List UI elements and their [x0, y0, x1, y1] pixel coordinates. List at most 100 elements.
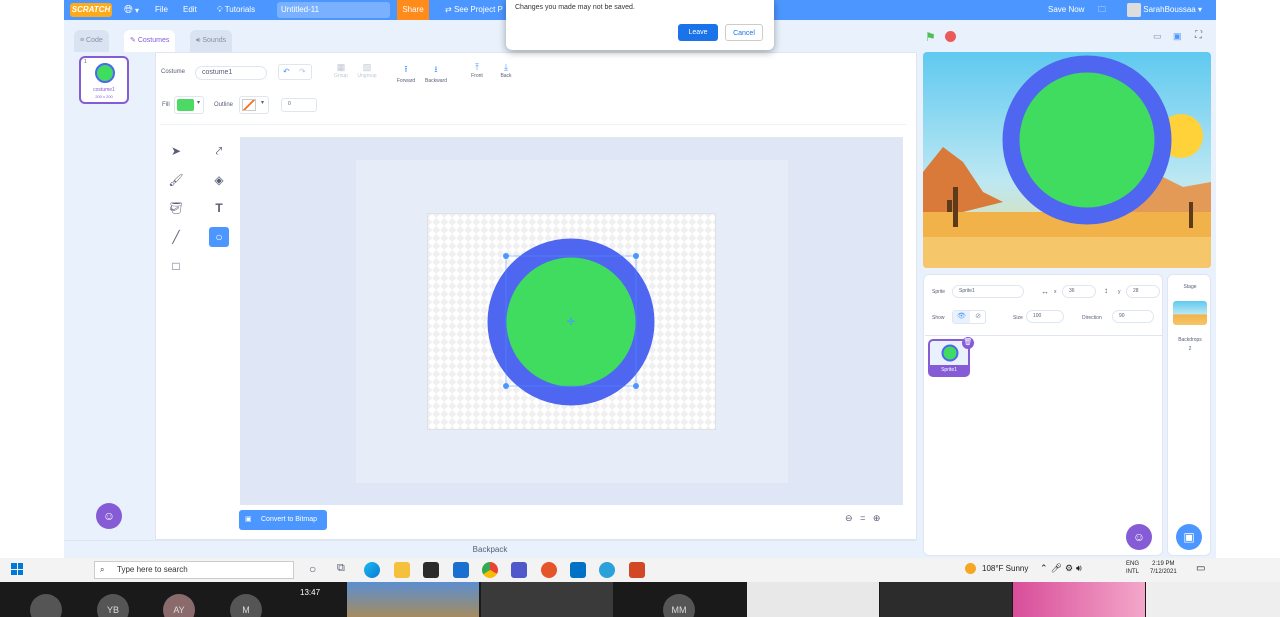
reshape-tool-icon[interactable]: ⤤ [209, 141, 229, 161]
zoom-out-icon[interactable]: ⊖ [845, 513, 853, 523]
zoom-in-icon[interactable]: ⊕ [873, 513, 881, 523]
cortana-icon[interactable]: ○ [309, 562, 316, 576]
fill-label: Fill [162, 102, 170, 108]
svg-text:✛: ✛ [567, 317, 576, 328]
group-button[interactable]: ▦ Group [331, 62, 351, 79]
store-icon[interactable] [423, 562, 439, 578]
edge-icon[interactable] [364, 562, 380, 578]
y-arrows-icon: ↕ [1104, 286, 1108, 295]
sprite-tile-name: Sprite1 [930, 365, 968, 375]
costume-name-input[interactable]: costume1 [195, 66, 267, 80]
green-flag-icon[interactable]: ⚑ [925, 30, 936, 44]
outlook-icon[interactable] [570, 562, 586, 578]
scratch-logo[interactable]: SCRATCH [70, 3, 112, 17]
zoom-reset-icon[interactable]: = [860, 513, 865, 523]
chevron-down-icon: ▾ [197, 100, 201, 106]
file-explorer-icon[interactable] [394, 562, 410, 578]
participant-avatar: MM [663, 594, 695, 617]
backward-icon: ⭳ [434, 64, 438, 74]
outline-color-picker[interactable]: ▾ [239, 96, 269, 114]
size-input[interactable]: 100 [1026, 310, 1064, 323]
forward-button[interactable]: ⭱ Forward [394, 62, 418, 84]
tab-code[interactable]: ≡ Code [74, 30, 109, 52]
costume-tile[interactable]: 1 costume1 200 x 200 [79, 56, 129, 104]
y-input[interactable]: 28 [1126, 285, 1160, 298]
small-stage-icon[interactable]: ▭ [1153, 31, 1162, 42]
show-eye-icon[interactable]: 👁︎ [953, 311, 970, 323]
text-tool-icon[interactable]: T [209, 198, 229, 218]
save-now-button[interactable]: Save Now [1048, 0, 1084, 20]
direction-label: Direction [1082, 315, 1102, 321]
tutorials-button[interactable]: 💡︎ Tutorials [217, 0, 255, 20]
account-menu[interactable]: SarahBoussaa ▾ [1127, 0, 1202, 20]
outline-width-input[interactable]: 0 [281, 98, 317, 112]
participant-video [1013, 582, 1145, 617]
backward-button[interactable]: ⭳ Backward [422, 62, 450, 84]
hide-eye-icon[interactable]: ⊘ [970, 311, 986, 323]
choose-sprite-button[interactable]: ☺ [1126, 524, 1152, 550]
sprite-tile[interactable]: Sprite1 🗑︎ [928, 337, 974, 377]
circle-shape[interactable]: ✛ [478, 229, 670, 415]
fill-swatch [177, 99, 194, 111]
stage-target-panel[interactable]: Stage Backdrops 2 [1167, 274, 1211, 556]
fill-tool-icon[interactable]: 🪣︎ [166, 198, 186, 218]
telegram-icon[interactable] [599, 562, 615, 578]
dialog-message: Changes you made may not be saved. [515, 4, 635, 11]
cancel-button[interactable]: Cancel [725, 24, 763, 41]
globe-icon: 🌐︎ [124, 4, 133, 16]
clock[interactable]: 2:19 PM 7/12/2021 [1150, 560, 1177, 576]
large-stage-icon[interactable]: ▣ [1173, 31, 1182, 42]
sprite-name-input[interactable]: Sprite1 [952, 285, 1024, 298]
fullscreen-icon[interactable]: ⛶ [1195, 30, 1202, 41]
stop-icon[interactable] [945, 31, 956, 42]
leave-button[interactable]: Leave [678, 24, 718, 41]
powerpoint-icon[interactable] [629, 562, 645, 578]
line-tool-icon[interactable]: ╱ [166, 227, 186, 247]
choose-backdrop-button[interactable]: ▣ [1176, 524, 1202, 550]
edit-menu[interactable]: Edit [183, 0, 197, 20]
see-project-page-button[interactable]: ⇄ See Project P [445, 0, 503, 20]
back-button[interactable]: ⤓ Back [496, 62, 516, 79]
undo-icon[interactable]: ↶ [283, 67, 290, 76]
language-menu[interactable]: 🌐︎ ▾ [124, 0, 139, 20]
fill-color-picker[interactable]: ▾ [174, 96, 204, 114]
system-tray-icons[interactable]: ⌃🎤︎⚙🔊︎ [1040, 563, 1085, 574]
circle-tool-icon[interactable]: ○ [209, 227, 229, 247]
my-stuff-folder-icon[interactable]: 🗀︎ [1098, 0, 1106, 20]
convert-to-bitmap-button[interactable]: ▣ Convert to Bitmap [239, 510, 327, 530]
stage[interactable] [923, 52, 1211, 268]
tab-code-label: Code [86, 37, 103, 44]
redo-icon[interactable]: ↷ [299, 67, 306, 76]
teams-icon[interactable] [511, 562, 527, 578]
clock-date: 7/12/2021 [1150, 569, 1177, 575]
participant-video [347, 582, 479, 617]
direction-input[interactable]: 90 [1112, 310, 1154, 323]
back-label: Back [500, 73, 512, 79]
select-tool-icon[interactable]: ➤ [166, 141, 186, 161]
choose-costume-button[interactable]: ☺ [96, 503, 122, 529]
firefox-icon[interactable] [541, 562, 557, 578]
brush-tool-icon[interactable]: 🖌︎ [166, 170, 186, 190]
ungroup-button[interactable]: ▧ Ungroup [356, 62, 378, 79]
tab-sounds[interactable]: 🔊︎ Sounds [190, 30, 233, 52]
language-indicator[interactable]: ENG INTL [1126, 560, 1139, 576]
taskbar-search-box[interactable]: ⌕ Type here to search [94, 561, 294, 579]
project-title-input[interactable]: Untitled-11 [277, 2, 390, 18]
taskbar-left-strip [0, 558, 64, 582]
backpack-bar[interactable]: Backpack [64, 540, 916, 558]
rectangle-tool-icon[interactable]: □ [166, 256, 186, 276]
windows-start-icon[interactable] [11, 563, 23, 575]
task-view-icon[interactable]: ⧉ [337, 562, 345, 575]
front-button[interactable]: ⤒ Front [467, 62, 487, 79]
chrome-icon[interactable] [482, 562, 498, 578]
eraser-tool-icon[interactable]: ◈ [209, 170, 229, 190]
file-menu[interactable]: File [155, 0, 168, 20]
notifications-icon[interactable]: ▭ [1196, 563, 1205, 574]
weather-text[interactable]: 108°F Sunny [982, 564, 1028, 573]
tab-costumes[interactable]: ✎ Costumes [124, 30, 176, 52]
share-button[interactable]: Share [397, 0, 429, 20]
costume-name: costume1 [93, 87, 115, 93]
delete-sprite-icon[interactable]: 🗑︎ [962, 337, 974, 349]
x-input[interactable]: 36 [1062, 285, 1096, 298]
mail-icon[interactable] [453, 562, 469, 578]
